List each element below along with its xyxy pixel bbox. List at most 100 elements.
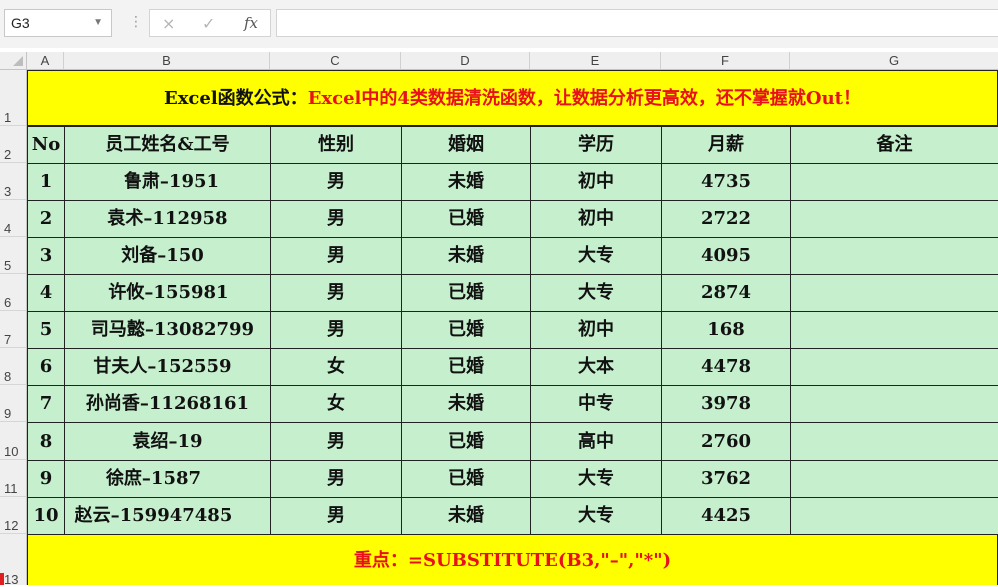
header-cell-marital[interactable]: 婚姻	[401, 126, 531, 164]
cell-name-id[interactable]: 鲁肃–1951	[64, 163, 271, 201]
cell-remarks[interactable]	[790, 311, 998, 349]
cell-gender[interactable]: 男	[270, 460, 402, 498]
cell-marital[interactable]: 未婚	[401, 385, 531, 423]
cell-marital[interactable]: 已婚	[401, 200, 531, 238]
cell-name-id[interactable]: 孙尚香–11268161	[64, 385, 271, 423]
cell-salary[interactable]: 4478	[661, 348, 791, 386]
cell-remarks[interactable]	[790, 200, 998, 238]
cell-marital[interactable]: 已婚	[401, 348, 531, 386]
cell-no[interactable]: 6	[27, 348, 65, 386]
column-header-c[interactable]: C	[270, 52, 401, 70]
cell-education[interactable]: 大专	[530, 237, 662, 275]
row-header-2[interactable]: 2	[0, 126, 27, 163]
select-all-corner[interactable]	[0, 52, 27, 70]
cell-marital[interactable]: 已婚	[401, 274, 531, 312]
row-header-5[interactable]: 5	[0, 237, 27, 274]
cell-education[interactable]: 大本	[530, 348, 662, 386]
cell-name-id[interactable]: 甘夫人–152559	[64, 348, 271, 386]
cell-education[interactable]: 大专	[530, 460, 662, 498]
cell-marital[interactable]: 未婚	[401, 163, 531, 201]
header-cell-name-id[interactable]: 员工姓名&工号	[64, 126, 271, 164]
title-banner[interactable]: Excel函数公式：Excel中的4类数据清洗函数，让数据分析更高效，还不掌握就…	[27, 70, 998, 126]
cell-remarks[interactable]	[790, 497, 998, 535]
cell-education[interactable]: 高中	[530, 422, 662, 461]
cell-salary[interactable]: 4425	[661, 497, 791, 535]
row-header-4[interactable]: 4	[0, 200, 27, 237]
cell-salary[interactable]: 2760	[661, 422, 791, 461]
cell-gender[interactable]: 男	[270, 274, 402, 312]
row-header-7[interactable]: 7	[0, 311, 27, 348]
cell-remarks[interactable]	[790, 460, 998, 498]
name-box[interactable]: G3 ▼	[4, 9, 112, 37]
cell-name-id[interactable]: 司马懿–13082799	[64, 311, 271, 349]
cell-gender[interactable]: 女	[270, 348, 402, 386]
cell-remarks[interactable]	[790, 274, 998, 312]
cell-name-id[interactable]: 许攸–155981	[64, 274, 271, 312]
header-cell-gender[interactable]: 性别	[270, 126, 402, 164]
column-header-a[interactable]: A	[27, 52, 64, 70]
cell-marital[interactable]: 已婚	[401, 311, 531, 349]
header-cell-education[interactable]: 学历	[530, 126, 662, 164]
formula-input[interactable]	[276, 9, 998, 37]
cell-education[interactable]: 大专	[530, 274, 662, 312]
cell-gender[interactable]: 男	[270, 311, 402, 349]
cell-salary[interactable]: 3762	[661, 460, 791, 498]
cell-remarks[interactable]	[790, 237, 998, 275]
enter-icon[interactable]: ✓	[202, 14, 215, 33]
insert-function-icon[interactable]: fx	[244, 14, 258, 32]
cell-remarks[interactable]	[790, 422, 998, 461]
header-cell-salary[interactable]: 月薪	[661, 126, 791, 164]
cell-no[interactable]: 4	[27, 274, 65, 312]
cell-name-id[interactable]: 袁绍–19	[64, 422, 271, 461]
cell-no[interactable]: 7	[27, 385, 65, 423]
cell-no[interactable]: 10	[27, 497, 65, 535]
cell-marital[interactable]: 已婚	[401, 422, 531, 461]
footer-banner[interactable]: 重点：=SUBSTITUTE(B3,"–","*")	[27, 534, 998, 585]
cell-no[interactable]: 5	[27, 311, 65, 349]
cell-education[interactable]: 中专	[530, 385, 662, 423]
cell-no[interactable]: 3	[27, 237, 65, 275]
cell-no[interactable]: 2	[27, 200, 65, 238]
cell-marital[interactable]: 未婚	[401, 497, 531, 535]
cell-gender[interactable]: 男	[270, 163, 402, 201]
cell-education[interactable]: 初中	[530, 163, 662, 201]
cell-remarks[interactable]	[790, 348, 998, 386]
cell-name-id[interactable]: 刘备–150	[64, 237, 271, 275]
cell-salary[interactable]: 2722	[661, 200, 791, 238]
row-header-10[interactable]: 10	[0, 422, 27, 460]
row-header-8[interactable]: 8	[0, 348, 27, 385]
cell-no[interactable]: 8	[27, 422, 65, 461]
cell-salary[interactable]: 168	[661, 311, 791, 349]
cell-marital[interactable]: 已婚	[401, 460, 531, 498]
cell-name-id[interactable]: 赵云–159947485	[64, 497, 271, 535]
cell-education[interactable]: 初中	[530, 311, 662, 349]
column-header-d[interactable]: D	[401, 52, 530, 70]
row-header-3[interactable]: 3	[0, 163, 27, 200]
cell-education[interactable]: 初中	[530, 200, 662, 238]
column-header-g[interactable]: G	[790, 52, 998, 70]
cell-gender[interactable]: 女	[270, 385, 402, 423]
cell-salary[interactable]: 4735	[661, 163, 791, 201]
cell-name-id[interactable]: 袁术–112958	[64, 200, 271, 238]
drag-handle-icon[interactable]: ⋮	[129, 14, 143, 30]
header-cell-remarks[interactable]: 备注	[790, 126, 998, 164]
cell-gender[interactable]: 男	[270, 237, 402, 275]
cell-salary[interactable]: 2874	[661, 274, 791, 312]
column-header-b[interactable]: B	[64, 52, 270, 70]
cell-no[interactable]: 9	[27, 460, 65, 498]
row-header-9[interactable]: 9	[0, 385, 27, 422]
chevron-down-icon[interactable]: ▼	[93, 10, 103, 36]
row-header-6[interactable]: 6	[0, 274, 27, 311]
cell-marital[interactable]: 未婚	[401, 237, 531, 275]
column-header-e[interactable]: E	[530, 52, 661, 70]
cell-education[interactable]: 大专	[530, 497, 662, 535]
column-header-f[interactable]: F	[661, 52, 790, 70]
row-header-13[interactable]: 13	[0, 534, 27, 587]
cell-salary[interactable]: 3978	[661, 385, 791, 423]
header-cell-no[interactable]: No	[27, 126, 65, 164]
cell-remarks[interactable]	[790, 385, 998, 423]
cell-salary[interactable]: 4095	[661, 237, 791, 275]
cell-gender[interactable]: 男	[270, 422, 402, 461]
row-header-1[interactable]: 1	[0, 70, 27, 126]
cell-no[interactable]: 1	[27, 163, 65, 201]
